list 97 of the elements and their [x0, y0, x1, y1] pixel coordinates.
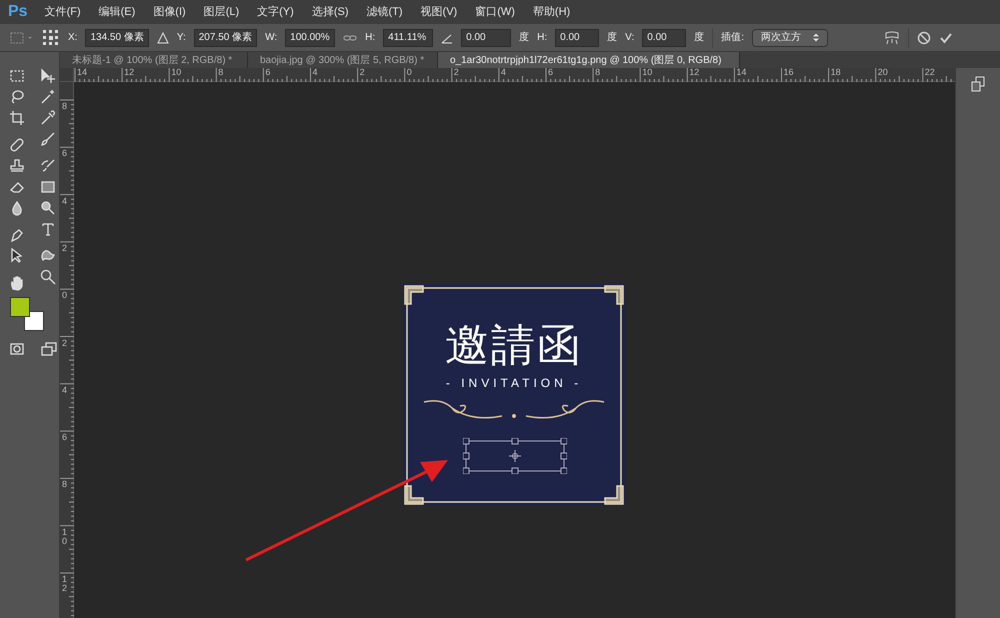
ruler-label: 8 — [62, 480, 68, 490]
shape-icon[interactable] — [40, 248, 56, 264]
menu-item[interactable]: 编辑(E) — [90, 4, 144, 20]
field-label: W: — [265, 31, 278, 45]
field-label: Y: — [176, 31, 186, 45]
menu-item[interactable]: 选择(S) — [302, 4, 358, 20]
document-tab[interactable]: o_1ar30notrtrpjph1l72er61tg1g.png @ 100% (图层 0, RGB/8) — [438, 52, 740, 68]
ruler-label: 2 — [360, 68, 365, 77]
ruler-label: 16 — [784, 68, 794, 77]
number-field[interactable]: 411.11% — [383, 28, 434, 46]
pen-icon[interactable] — [9, 227, 25, 243]
field-label: H: — [365, 31, 376, 45]
unit-label: 度 — [519, 30, 530, 45]
text-icon[interactable] — [40, 221, 56, 237]
ruler-label: 8 — [218, 68, 224, 77]
lasso-icon[interactable] — [9, 89, 25, 105]
ruler-label: 2 — [454, 68, 459, 77]
ruler-label: 4 — [62, 386, 68, 395]
ruler-label: 18 — [830, 68, 841, 77]
menu-item[interactable]: 视图(V) — [412, 4, 466, 20]
number-field[interactable]: 0.00 — [461, 28, 512, 46]
ruler-label: 12 — [689, 68, 700, 77]
drop-icon[interactable] — [9, 200, 25, 216]
number-field[interactable]: 134.50 像素 — [85, 28, 149, 46]
transform-bounding-box[interactable] — [463, 438, 567, 474]
ruler-label: 10 — [642, 68, 652, 77]
menu-item[interactable]: 图像(I) — [144, 4, 195, 20]
menu-item[interactable]: 文件(F) — [36, 4, 90, 20]
link-icon[interactable] — [343, 32, 358, 42]
number-field[interactable]: 100.00% — [285, 28, 336, 46]
ruler-label: 4 — [500, 68, 506, 77]
ruler-label: 10 — [171, 68, 182, 77]
document-tab[interactable]: 未标题-1 @ 100% (图层 2, RGB/8) * — [60, 52, 248, 68]
menu-item[interactable]: 滤镜(T) — [357, 4, 412, 20]
warp-icon[interactable] — [884, 30, 900, 46]
ruler-label: 2 — [62, 338, 68, 348]
menu-item[interactable]: 帮助(H) — [524, 4, 580, 20]
ruler-label: 0 — [62, 291, 68, 300]
ruler-label: 6 — [62, 433, 68, 442]
move-icon[interactable] — [40, 68, 56, 84]
cancel-icon[interactable] — [917, 30, 932, 44]
field-label: H: — [537, 31, 548, 45]
brush-icon[interactable] — [40, 131, 56, 147]
ruler-label: 10 — [62, 528, 68, 546]
background-color-swatch[interactable] — [24, 311, 44, 331]
ruler-label: 8 — [595, 68, 600, 77]
app-logo: Ps — [7, 2, 29, 22]
field-label: X: — [68, 31, 78, 45]
marquee-icon[interactable] — [9, 68, 25, 84]
document-tab[interactable]: baojia.jpg @ 300% (图层 5, RGB/8) * — [248, 52, 438, 68]
invitation-title: 邀請函 — [445, 322, 583, 370]
number-field[interactable]: 0.00 — [642, 28, 686, 46]
angle-icon — [441, 32, 454, 44]
ruler-label: 2 — [62, 244, 68, 253]
foreground-color-swatch[interactable] — [10, 297, 30, 317]
eyedropper-icon[interactable] — [40, 110, 56, 126]
gradient-icon[interactable] — [40, 179, 56, 195]
ruler-label: 6 — [62, 149, 68, 158]
menu-item[interactable]: 文字(Y) — [248, 4, 303, 20]
ruler-label: 14 — [77, 68, 88, 77]
history-brush-icon[interactable] — [40, 158, 56, 174]
screen-mode-icon[interactable] — [41, 341, 57, 357]
field-label: 插值: — [721, 31, 744, 45]
menu-item[interactable]: 图层(L) — [194, 4, 248, 20]
triangle-icon — [156, 32, 169, 44]
panel-icon[interactable] — [970, 76, 986, 92]
quick-mask-icon[interactable] — [9, 341, 25, 357]
dropdown-arrows-icon — [813, 33, 820, 42]
reference-point-icon[interactable] — [42, 28, 60, 46]
hand-icon[interactable] — [9, 275, 25, 291]
ruler-label: 6 — [265, 68, 270, 77]
ruler-label: 0 — [406, 68, 412, 77]
ruler-label: 4 — [62, 196, 68, 206]
bandage-icon[interactable] — [9, 137, 25, 153]
ruler-label: 14 — [736, 68, 746, 77]
ruler-label: 22 — [924, 68, 935, 77]
invitation-subtitle: - INVITATION - — [446, 375, 582, 392]
commit-check-icon[interactable] — [939, 30, 954, 44]
dodge-icon[interactable] — [40, 200, 56, 216]
unit-label: 度 — [607, 30, 618, 45]
ruler-label: 8 — [62, 102, 68, 111]
ruler-label: 12 — [124, 68, 134, 77]
ruler-label: 20 — [878, 68, 888, 77]
magic-wand-icon[interactable] — [40, 89, 56, 105]
unit-label: 度 — [694, 30, 704, 45]
ruler-label: 6 — [548, 68, 554, 77]
field-label: V: — [625, 31, 634, 45]
zoom-icon[interactable] — [40, 269, 56, 285]
menu-item[interactable]: 窗口(W) — [466, 4, 524, 20]
stamp-icon[interactable] — [9, 158, 25, 174]
number-field[interactable]: 0.00 — [555, 28, 600, 46]
interpolation-dropdown[interactable]: 两次立方 — [752, 28, 828, 46]
ruler-label: 12 — [62, 575, 68, 593]
ruler-label: 4 — [312, 68, 318, 77]
number-field[interactable]: 207.50 像素 — [194, 28, 258, 46]
crop-icon[interactable] — [9, 110, 25, 126]
path-select-icon[interactable] — [9, 248, 25, 264]
